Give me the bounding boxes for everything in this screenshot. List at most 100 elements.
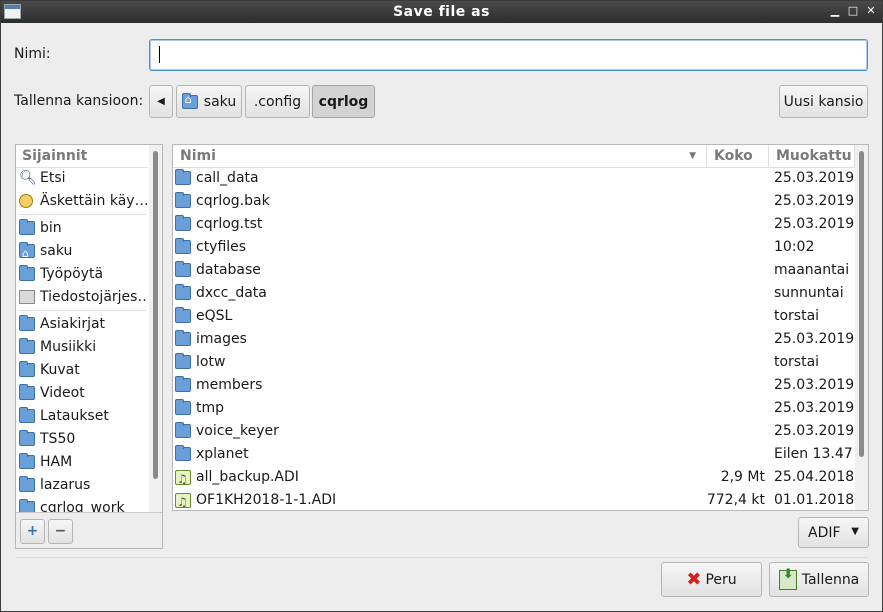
folder-icon — [175, 215, 191, 231]
place-downloads[interactable]: Lataukset — [16, 405, 148, 428]
new-folder-button[interactable]: Uusi kansio — [779, 85, 868, 118]
place-videos[interactable]: Videot — [16, 382, 148, 405]
place-music[interactable]: Musiikki — [16, 336, 148, 359]
file-row[interactable]: OF1KH2018-1-1.ADI 772,4 kt 01.01.2018 — [173, 489, 855, 510]
folder-icon — [175, 445, 191, 461]
place-filesystem[interactable]: Tiedostojärjes… — [16, 286, 148, 309]
filename-input[interactable] — [149, 39, 868, 71]
save-button[interactable]: ⬇ Tallenna — [769, 562, 869, 597]
file-modified: 25.03.2019 — [774, 193, 855, 209]
file-row[interactable]: cqrlog.tst 25.03.2019 — [173, 213, 855, 236]
cancel-button[interactable]: ✖ Peru — [661, 562, 762, 597]
file-row[interactable]: database maanantai — [173, 259, 855, 282]
file-type-filter[interactable]: ADIF ▼ — [798, 517, 869, 548]
column-header-size[interactable]: Koko — [707, 145, 769, 168]
place-ts50[interactable]: TS50 — [16, 428, 148, 451]
place-label: Tiedostojärjes… — [40, 289, 148, 305]
documents-folder-icon — [19, 315, 35, 331]
file-name: all_backup.ADI — [196, 469, 299, 485]
pictures-folder-icon — [19, 361, 35, 377]
cancel-icon: ✖ — [686, 569, 702, 590]
file-list-scrollbar[interactable] — [855, 145, 868, 510]
place-label: Kuvat — [40, 362, 80, 378]
file-row[interactable]: cqrlog.bak 25.03.2019 — [173, 190, 855, 213]
file-modified: 25.03.2019 — [774, 216, 855, 232]
audio-file-icon — [175, 468, 191, 491]
name-label: Nimi: — [14, 46, 51, 62]
file-name: cqrlog.tst — [196, 216, 263, 232]
column-header-name[interactable]: Nimi ▼ — [173, 145, 707, 168]
text-caret — [159, 46, 160, 63]
file-list-scrollbar-thumb[interactable] — [859, 151, 864, 457]
place-label: saku — [40, 243, 73, 259]
file-name: cqrlog.bak — [196, 193, 270, 209]
folder-icon — [19, 499, 35, 512]
place-bin[interactable]: bin — [16, 217, 148, 240]
file-modified: 01.01.2018 — [774, 492, 855, 508]
path-back-button[interactable]: ◀ — [149, 85, 173, 118]
file-row[interactable]: tmp 25.03.2019 — [173, 397, 855, 420]
file-name: dxcc_data — [196, 285, 267, 301]
audio-file-icon — [175, 491, 191, 510]
file-row[interactable]: dxcc_data sunnuntai — [173, 282, 855, 305]
column-header-label: Nimi — [180, 148, 216, 164]
recent-icon — [19, 194, 33, 208]
file-row[interactable]: xplanet Eilen 13.47 — [173, 443, 855, 466]
file-name: lotw — [196, 354, 226, 370]
folder-icon — [175, 399, 191, 415]
file-modified: 25.03.2019 — [774, 400, 855, 416]
place-recent[interactable]: Äskettäin käy… — [16, 190, 148, 213]
file-name: database — [196, 262, 261, 278]
file-modified: Eilen 13.47 — [774, 446, 853, 462]
file-list-panel: Nimi ▼ Koko Muokattu call_data 25.03.201… — [172, 144, 869, 511]
path-crumb-config[interactable]: .config — [245, 85, 310, 118]
place-label: Asiakirjat — [40, 316, 106, 332]
music-folder-icon — [19, 338, 35, 354]
file-size: 2,9 Mt — [720, 469, 765, 485]
file-row[interactable]: images 25.03.2019 — [173, 328, 855, 351]
place-search[interactable]: 🔍︎ Etsi — [16, 167, 148, 190]
close-button[interactable]: ✕ — [863, 3, 879, 19]
place-lazarus[interactable]: lazarus — [16, 474, 148, 497]
place-pictures[interactable]: Kuvat — [16, 359, 148, 382]
file-row[interactable]: lotw torstai — [173, 351, 855, 374]
titlebar[interactable]: Save file as ▁ □ ✕ — [1, 1, 882, 23]
places-scrollbar-thumb[interactable] — [153, 151, 158, 479]
crumb-label: .config — [253, 93, 302, 110]
column-header-modified[interactable]: Muokattu — [769, 145, 855, 168]
remove-place-button[interactable]: − — [48, 519, 73, 544]
file-row[interactable]: call_data 25.03.2019 — [173, 167, 855, 190]
file-name: call_data — [196, 170, 259, 186]
file-name: eQSL — [196, 308, 233, 324]
minimize-button[interactable]: ▁ — [827, 3, 843, 19]
place-ham[interactable]: HAM — [16, 451, 148, 474]
file-modified: 25.03.2019 — [774, 170, 855, 186]
cancel-label: Peru — [705, 571, 737, 588]
add-place-button[interactable]: + — [20, 519, 45, 544]
maximize-button[interactable]: □ — [845, 3, 861, 19]
file-row[interactable]: members 25.03.2019 — [173, 374, 855, 397]
save-in-folder-label: Tallenna kansioon: — [14, 93, 144, 109]
file-row[interactable]: eQSL torstai — [173, 305, 855, 328]
place-saku[interactable]: saku — [16, 240, 148, 263]
places-header: Sijainnit — [16, 145, 148, 168]
path-crumb-cqrlog[interactable]: cqrlog — [312, 85, 375, 118]
file-row[interactable]: voice_keyer 25.03.2019 — [173, 420, 855, 443]
folder-icon — [175, 353, 191, 369]
file-row[interactable]: all_backup.ADI 2,9 Mt 25.04.2018 — [173, 466, 855, 491]
file-row[interactable]: ctyfiles 10:02 — [173, 236, 855, 259]
folder-icon — [175, 284, 191, 300]
place-cqrlog-work[interactable]: cqrlog_work — [16, 497, 148, 512]
places-scrollbar[interactable] — [149, 145, 162, 512]
place-label: Työpöytä — [40, 266, 104, 282]
place-documents[interactable]: Asiakirjat — [16, 313, 148, 336]
crumb-label: saku — [203, 93, 237, 110]
path-crumb-saku[interactable]: saku — [176, 85, 242, 118]
folder-icon — [175, 422, 191, 438]
folder-icon — [175, 261, 191, 277]
folder-icon — [19, 430, 35, 446]
file-name: voice_keyer — [196, 423, 279, 439]
save-label: Tallenna — [801, 571, 860, 588]
place-label: Etsi — [40, 170, 66, 186]
place-desktop[interactable]: Työpöytä — [16, 263, 148, 286]
